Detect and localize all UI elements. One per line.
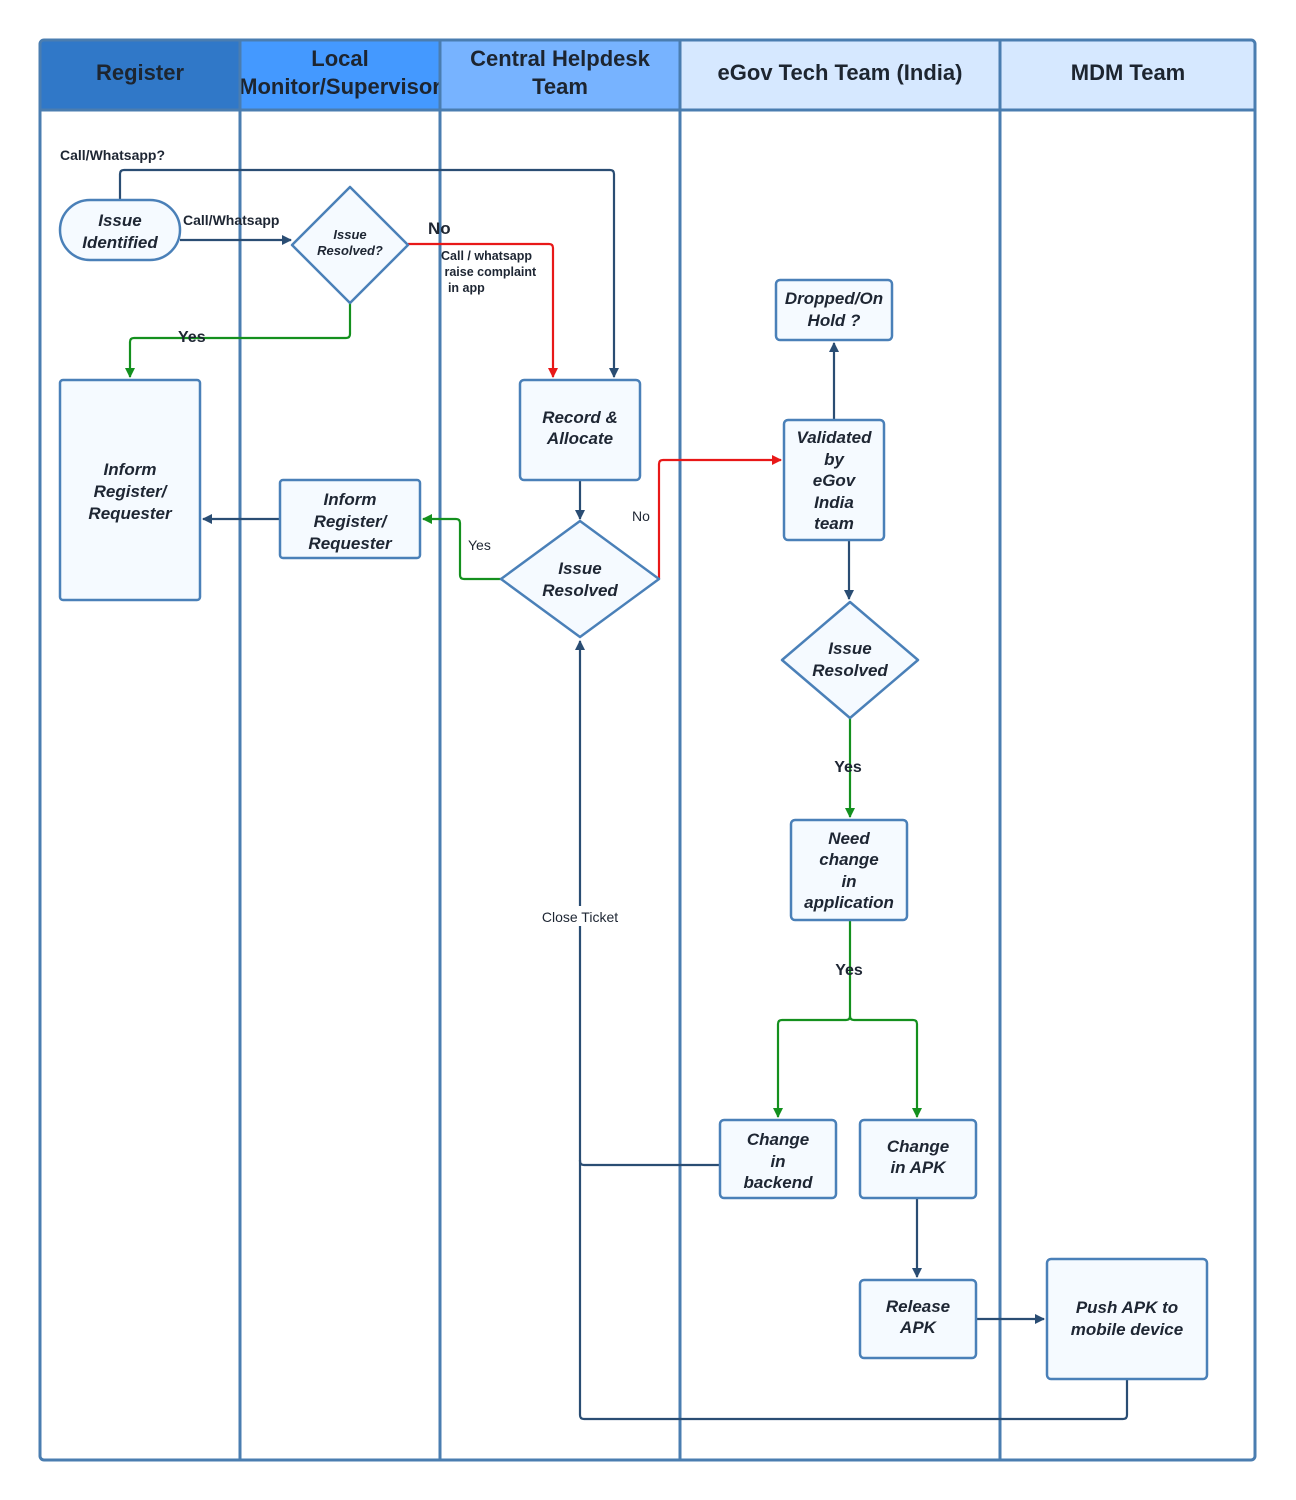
node-issue-resolved-egov: Issue Resolved	[780, 600, 920, 720]
node-issue-identified: Issue Identified	[58, 198, 182, 262]
swimlane-diagram: Register Local Monitor/Supervisor Central…	[38, 38, 1257, 1462]
node-inform-register-2: Inform Register/Requester	[278, 478, 422, 560]
label-no-central: No	[632, 508, 650, 524]
node-issue-resolved-local: Issue Resolved?	[290, 185, 410, 305]
edge-push-to-close	[578, 1160, 1129, 1421]
label-close-ticket: Close Ticket	[542, 909, 618, 925]
edge-close-ticket	[575, 640, 720, 1167]
node-need-change: Need change in application	[789, 818, 909, 922]
label-yes-local: Yes	[178, 329, 206, 346]
node-issue-resolved-central: Issue Resolved	[499, 519, 661, 639]
node-release-apk: Release APK	[858, 1278, 978, 1360]
lane-title-mdm: MDM Team	[1071, 60, 1186, 85]
node-dropped-on-hold: Dropped/On Hold ?	[774, 278, 894, 342]
lane-title-register: Register	[96, 60, 184, 85]
lane-borders	[38, 38, 1257, 1462]
label-call-whatsapp: Call/Whatsapp	[183, 212, 279, 228]
label-raise-complaint: Call / whatsapp raise complaint in app	[441, 249, 537, 295]
edge-need-change-apk	[848, 1015, 922, 1118]
edge-need-change-yes	[773, 920, 852, 1118]
connectors	[118, 168, 1129, 1421]
node-push-apk: Push APK to mobile device	[1045, 1257, 1209, 1381]
label-no-local: No	[428, 219, 451, 238]
node-record-allocate: Record & Allocate	[518, 378, 642, 482]
edge-local-no	[408, 242, 558, 378]
node-inform-register-1: Inform Register/Requester	[58, 378, 202, 602]
node-change-apk: Change in APK	[858, 1118, 978, 1200]
edge-central-no	[657, 455, 782, 579]
label-call-whatsapp-q: Call/Whatsapp?	[60, 147, 165, 163]
node-change-backend: Change in backend	[718, 1118, 838, 1200]
lane-title-egov: eGov Tech Team (India)	[718, 60, 963, 85]
node-validated: Validated by eGov India team	[782, 418, 886, 542]
label-yes-central: Yes	[468, 537, 491, 553]
lane-headers: Register Local Monitor/Supervisor Central…	[40, 40, 1255, 110]
label-yes-need-change: Yes	[835, 962, 863, 979]
label-yes-egov: Yes	[834, 759, 862, 776]
